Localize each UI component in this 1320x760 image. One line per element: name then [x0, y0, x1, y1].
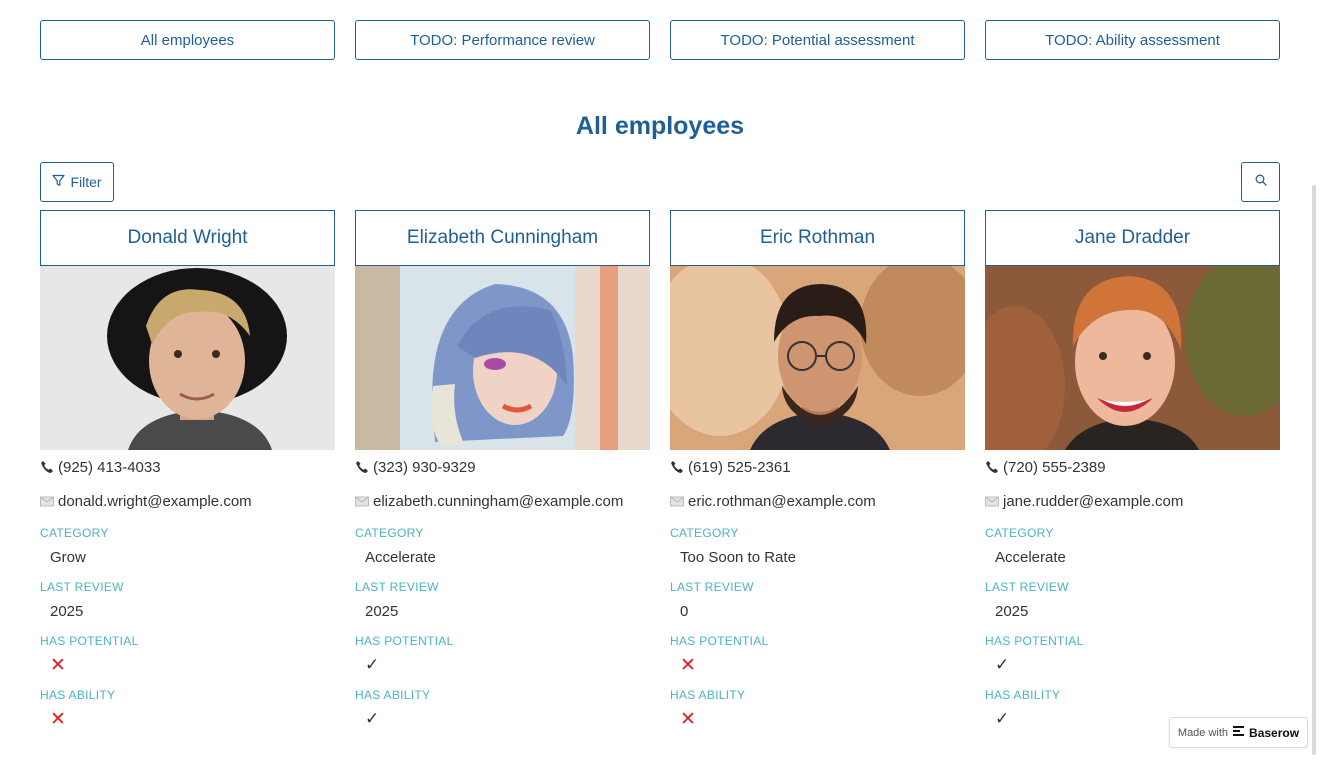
has-ability-label: HAS ABILITY: [670, 688, 746, 702]
search-button[interactable]: [1241, 162, 1280, 202]
cross-icon: ✕: [50, 708, 66, 730]
checkmark-icon: ✓: [995, 655, 1010, 674]
email-address: donald.wright@example.com: [58, 492, 252, 510]
phone-icon: [40, 460, 58, 474]
email-row: elizabeth.cunningham@example.com: [355, 484, 650, 518]
has-potential-value: ✕: [670, 650, 965, 680]
category-value: Too Soon to Rate: [680, 548, 796, 566]
has-potential-label: HAS POTENTIAL: [985, 634, 1084, 648]
envelope-icon: [355, 496, 373, 507]
cross-icon: ✕: [680, 654, 696, 676]
has-potential-value: ✓: [355, 650, 650, 680]
has-potential-label: HAS POTENTIAL: [670, 634, 769, 648]
employee-photo: [40, 266, 335, 450]
phone-icon: [985, 460, 1003, 474]
email-address: elizabeth.cunningham@example.com: [373, 492, 624, 510]
search-icon: [1255, 173, 1267, 191]
has-ability-label: HAS ABILITY: [355, 688, 431, 702]
phone-number: (925) 413-4033: [58, 458, 161, 476]
phone-row: (925) 413-4033: [40, 450, 335, 484]
phone-row: (323) 930-9329: [355, 450, 650, 484]
has-ability-value: ✓: [355, 704, 650, 734]
has-ability-label: HAS ABILITY: [985, 688, 1061, 702]
employee-name-button[interactable]: Jane Dradder: [985, 210, 1280, 266]
page-scrollbar[interactable]: [1312, 185, 1316, 755]
category-label: CATEGORY: [670, 526, 739, 540]
employee-photo: [985, 266, 1280, 450]
phone-number: (619) 525-2361: [688, 458, 791, 476]
employee-name-button[interactable]: Donald Wright: [40, 210, 335, 266]
top-nav: All employees TODO: Performance review T…: [40, 20, 1280, 60]
last-review-label: LAST REVIEW: [40, 580, 124, 594]
checkmark-icon: ✓: [995, 709, 1010, 728]
has-potential-value: ✓: [985, 650, 1280, 680]
cross-icon: ✕: [50, 654, 66, 676]
employee-name-button[interactable]: Eric Rothman: [670, 210, 965, 266]
made-with-baserow-badge[interactable]: Made with Baserow: [1169, 717, 1308, 748]
email-row: jane.rudder@example.com: [985, 484, 1280, 518]
phone-number: (323) 930-9329: [373, 458, 476, 476]
category-label: CATEGORY: [40, 526, 109, 540]
cross-icon: ✕: [680, 708, 696, 730]
has-potential-label: HAS POTENTIAL: [40, 634, 139, 648]
badge-prefix: Made with: [1177, 726, 1229, 739]
email-row: donald.wright@example.com: [40, 484, 335, 518]
category-label: CATEGORY: [355, 526, 424, 540]
has-potential-label: HAS POTENTIAL: [355, 634, 454, 648]
employee-photo: [355, 266, 650, 450]
badge-brand: Baserow: [1249, 725, 1300, 740]
page-title: All employees: [575, 112, 745, 140]
baserow-logo-icon: [1233, 726, 1245, 739]
has-potential-value: ✕: [40, 650, 335, 680]
last-review-label: LAST REVIEW: [985, 580, 1069, 594]
funnel-icon: [52, 174, 66, 190]
phone-icon: [355, 460, 373, 474]
employee-grid: Donald Wright (925) 413-4033 donald.wrig…: [40, 210, 1280, 734]
envelope-icon: [985, 496, 1003, 507]
last-review-label: LAST REVIEW: [670, 580, 754, 594]
has-ability-value: ✕: [40, 704, 335, 734]
phone-row: (720) 555-2389: [985, 450, 1280, 484]
last-review-value: 2025: [50, 602, 84, 620]
category-value: Accelerate: [995, 548, 1066, 566]
employee-card: Elizabeth Cunningham (323) 930-9329 eliz…: [355, 210, 650, 734]
phone-row: (619) 525-2361: [670, 450, 965, 484]
last-review-label: LAST REVIEW: [355, 580, 439, 594]
email-address: jane.rudder@example.com: [1003, 492, 1184, 510]
category-value: Grow: [50, 548, 86, 566]
filter-button[interactable]: Filter: [40, 162, 114, 202]
employee-card: Jane Dradder (720) 555-2389 jane.rudder@…: [985, 210, 1280, 734]
nav-button-potential-assessment[interactable]: TODO: Potential assessment: [670, 20, 965, 60]
envelope-icon: [670, 496, 688, 507]
phone-number: (720) 555-2389: [1003, 458, 1106, 476]
email-row: eric.rothman@example.com: [670, 484, 965, 518]
category-label: CATEGORY: [985, 526, 1054, 540]
envelope-icon: [40, 496, 58, 507]
phone-icon: [670, 460, 688, 474]
email-address: eric.rothman@example.com: [688, 492, 876, 510]
last-review-value: 2025: [365, 602, 399, 620]
checkmark-icon: ✓: [365, 709, 380, 728]
category-value: Accelerate: [365, 548, 436, 566]
employee-card: Eric Rothman (619) 525-2361 eric.rothman…: [670, 210, 965, 734]
filter-label: Filter: [70, 174, 102, 190]
has-ability-label: HAS ABILITY: [40, 688, 116, 702]
last-review-value: 2025: [995, 602, 1029, 620]
last-review-value: 0: [680, 602, 689, 620]
checkmark-icon: ✓: [365, 655, 380, 674]
has-ability-value: ✕: [670, 704, 965, 734]
employee-name-button[interactable]: Elizabeth Cunningham: [355, 210, 650, 266]
nav-button-ability-assessment[interactable]: TODO: Ability assessment: [985, 20, 1280, 60]
employee-photo: [670, 266, 965, 450]
nav-button-all-employees[interactable]: All employees: [40, 20, 335, 60]
nav-button-performance-review[interactable]: TODO: Performance review: [355, 20, 650, 60]
employee-card: Donald Wright (925) 413-4033 donald.wrig…: [40, 210, 335, 734]
